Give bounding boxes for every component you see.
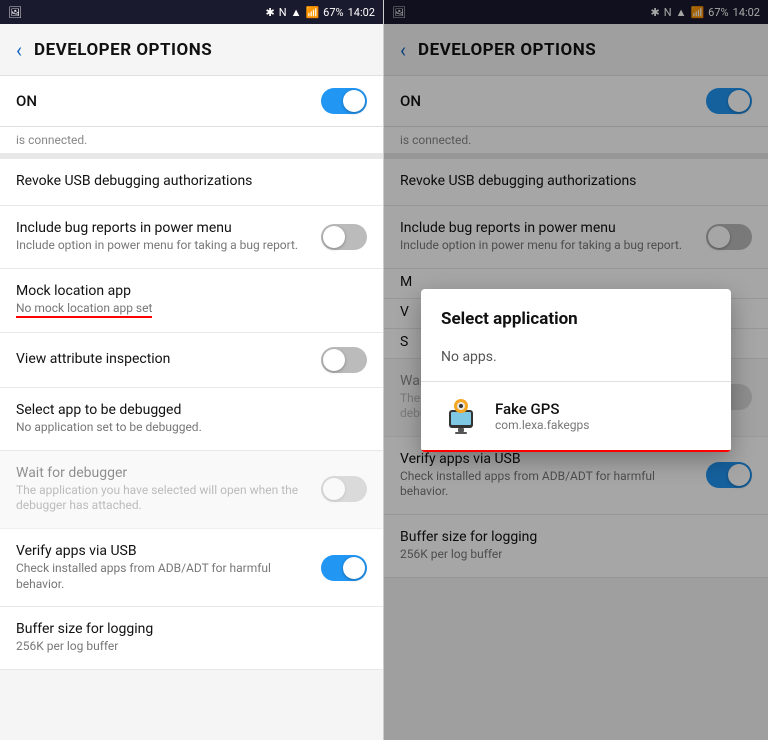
left-setting-buffer-logging-text: Buffer size for logging 256K per log buf… [16, 621, 367, 655]
fake-gps-svg-icon [441, 396, 481, 436]
left-bug-reports-toggle[interactable] [321, 224, 367, 250]
left-setting-bug-reports-text: Include bug reports in power menu Includ… [16, 220, 313, 254]
left-connected-row: is connected. [0, 127, 383, 159]
left-page-title: DEVELOPER OPTIONS [34, 40, 212, 60]
left-setting-mock-location-title: Mock location app [16, 283, 367, 299]
left-setting-select-app-debug-text: Select app to be debugged No application… [16, 402, 367, 436]
dialog-fake-gps-icon [441, 396, 481, 436]
dialog-title: Select application [421, 309, 731, 341]
left-connected-text: is connected. [16, 133, 87, 147]
left-notification-icon: 🖼 [8, 6, 22, 19]
left-on-row: ON [0, 76, 383, 127]
left-setting-verify-apps-subtitle: Check installed apps from ADB/ADT for ha… [16, 561, 313, 592]
left-setting-mock-location-text: Mock location app No mock location app s… [16, 283, 367, 319]
left-battery-text: 67% [323, 6, 343, 19]
left-wait-debugger-toggle [321, 476, 367, 502]
left-setting-mock-location[interactable]: Mock location app No mock location app s… [0, 269, 383, 334]
select-application-dialog: Select application No apps. [421, 289, 731, 452]
left-setting-select-app-debug-subtitle: No application set to be debugged. [16, 420, 367, 436]
left-time: 14:02 [348, 6, 375, 19]
left-setting-wait-debugger: Wait for debugger The application you ha… [0, 451, 383, 529]
left-view-attribute-toggle[interactable] [321, 347, 367, 373]
left-setting-wait-debugger-title: Wait for debugger [16, 465, 313, 481]
right-panel: 🖼 ✱ N ▲ 📶 67% 14:02 ‹ DEVELOPER OPTIONS … [384, 0, 768, 740]
left-setting-view-attribute-text: View attribute inspection [16, 351, 313, 369]
left-signal-icon: 📶 [305, 6, 319, 19]
dialog-fake-gps-package: com.lexa.fakegps [495, 418, 589, 432]
left-verify-apps-toggle-knob [343, 557, 365, 579]
left-bug-reports-toggle-knob [323, 226, 345, 248]
left-setting-select-app-debug-title: Select app to be debugged [16, 402, 367, 418]
left-view-attribute-toggle-knob [323, 349, 345, 371]
left-setting-buffer-logging-title: Buffer size for logging [16, 621, 367, 637]
left-setting-bug-reports-title: Include bug reports in power menu [16, 220, 313, 236]
left-panel: 🖼 ✱ N ▲ 📶 67% 14:02 ‹ DEVELOPER OPTIONS … [0, 0, 384, 740]
left-setting-verify-apps-text: Verify apps via USB Check installed apps… [16, 543, 313, 592]
dialog-overlay[interactable]: Select application No apps. [384, 0, 768, 740]
left-setting-view-attribute[interactable]: View attribute inspection [0, 333, 383, 388]
left-setting-mock-location-subtitle: No mock location app set [16, 301, 367, 319]
dialog-fake-gps-name: Fake GPS [495, 400, 589, 418]
left-setting-bug-reports-subtitle: Include option in power menu for taking … [16, 238, 313, 254]
left-setting-bug-reports[interactable]: Include bug reports in power menu Includ… [0, 206, 383, 269]
left-wait-debugger-toggle-knob [323, 478, 345, 500]
left-verify-apps-toggle[interactable] [321, 555, 367, 581]
left-setting-select-app-debug[interactable]: Select app to be debugged No application… [0, 388, 383, 451]
left-setting-verify-apps-usb[interactable]: Verify apps via USB Check installed apps… [0, 529, 383, 607]
left-bluetooth-icon: ✱ [266, 6, 275, 19]
left-wifi-icon: ▲ [291, 6, 302, 19]
left-setting-verify-apps-title: Verify apps via USB [16, 543, 313, 559]
left-setting-wait-debugger-subtitle: The application you have selected will o… [16, 483, 313, 514]
left-on-toggle-knob [343, 90, 365, 112]
dialog-fake-gps-item[interactable]: Fake GPS com.lexa.fakegps [421, 382, 731, 452]
left-status-bar: 🖼 ✱ N ▲ 📶 67% 14:02 [0, 0, 383, 24]
left-mock-location-underlined: No mock location app set [16, 301, 152, 319]
left-setting-revoke-usb-text: Revoke USB debugging authorizations [16, 173, 367, 191]
left-setting-view-attribute-title: View attribute inspection [16, 351, 313, 367]
left-status-bar-left: 🖼 [8, 6, 22, 19]
left-setting-revoke-usb[interactable]: Revoke USB debugging authorizations [0, 159, 383, 206]
left-settings-list: Revoke USB debugging authorizations Incl… [0, 159, 383, 740]
dialog-no-apps-text: No apps. [421, 341, 731, 382]
left-setting-buffer-logging[interactable]: Buffer size for logging 256K per log buf… [0, 607, 383, 670]
left-back-button[interactable]: ‹ [16, 38, 22, 62]
left-on-toggle[interactable] [321, 88, 367, 114]
left-status-bar-right: ✱ N ▲ 📶 67% 14:02 [266, 6, 376, 19]
left-on-label: ON [16, 92, 37, 110]
left-nfc-icon: N [279, 6, 287, 19]
left-toolbar: ‹ DEVELOPER OPTIONS [0, 24, 383, 76]
left-setting-revoke-usb-title: Revoke USB debugging authorizations [16, 173, 367, 189]
dialog-fake-gps-info: Fake GPS com.lexa.fakegps [495, 400, 589, 432]
left-setting-wait-debugger-text: Wait for debugger The application you ha… [16, 465, 313, 514]
left-setting-buffer-logging-subtitle: 256K per log buffer [16, 639, 367, 655]
